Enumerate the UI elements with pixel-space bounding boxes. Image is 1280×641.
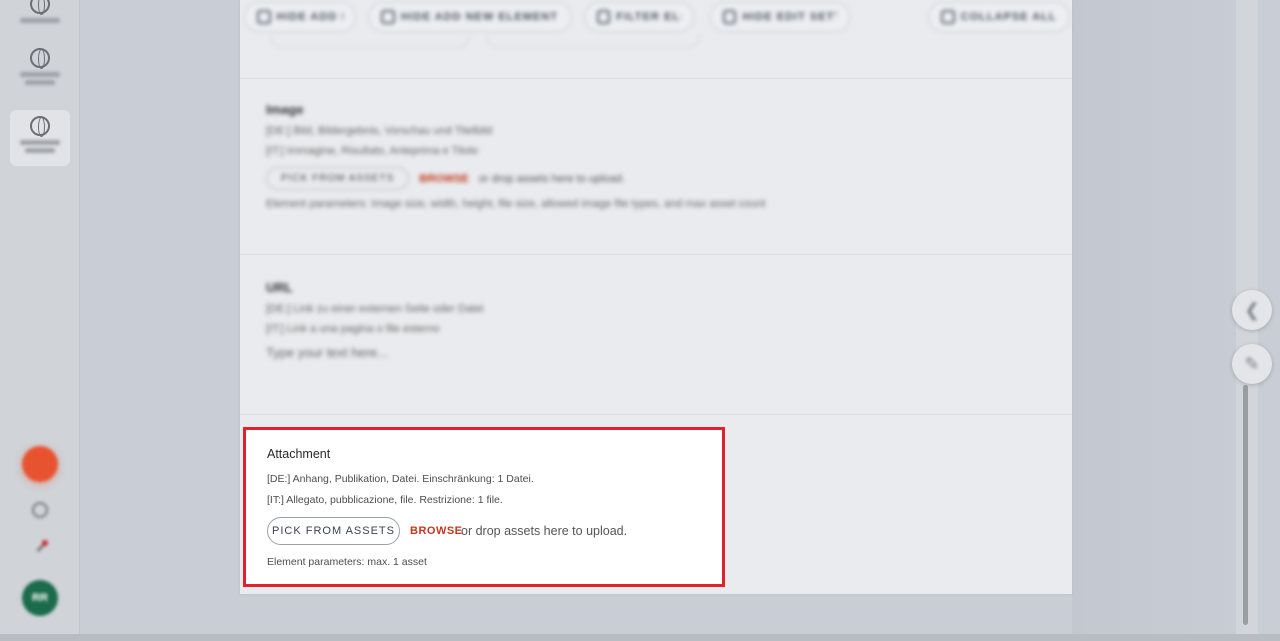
rail-item-2[interactable] bbox=[10, 48, 70, 85]
collapse-icon bbox=[941, 10, 955, 24]
pick-from-assets-button[interactable]: PICK FROM ASSETS bbox=[266, 167, 410, 190]
notification-icon[interactable] bbox=[32, 540, 48, 556]
editor-toolbar: HIDE ADD NEW ELEMENT HIDE ADD NEW ELEMEN… bbox=[240, 0, 1072, 72]
globe-icon bbox=[30, 0, 50, 15]
attachment-element: Attachment [DE:] Anhang, Publikation, Da… bbox=[243, 427, 725, 587]
scrollbar-thumb[interactable] bbox=[1243, 385, 1248, 625]
browse-link[interactable]: BROWSE bbox=[410, 525, 463, 537]
image-element: Image [DE:] Bild, Bildergebnis, Vorschau… bbox=[266, 102, 1026, 210]
settings-icon[interactable] bbox=[32, 502, 48, 518]
url-element: URL [DE:] Link zu einer externen Seite o… bbox=[266, 280, 1026, 360]
guideline-it: [IT:] Allegato, pubblicazione, file. Res… bbox=[267, 494, 503, 506]
rail-item-3[interactable] bbox=[10, 110, 70, 166]
element-title: Image bbox=[266, 102, 304, 117]
element-title: URL bbox=[266, 280, 293, 295]
pin-button[interactable]: ✎ bbox=[1232, 344, 1272, 384]
toolbar-chip-1[interactable]: HIDE ADD NEW ELEMENT bbox=[244, 2, 356, 32]
element-title: Attachment bbox=[267, 447, 331, 461]
pin-icon: ✎ bbox=[1244, 353, 1260, 374]
globe-icon bbox=[30, 116, 50, 137]
drop-zone-text: or drop assets here to upload. bbox=[461, 524, 628, 538]
browse-link[interactable]: BROWSE bbox=[419, 173, 469, 185]
collapse-panel-button[interactable]: ❮ bbox=[1232, 290, 1272, 330]
chevron-left-icon: ❮ bbox=[1244, 299, 1260, 320]
avatar[interactable]: RR bbox=[22, 580, 58, 616]
calendar-icon bbox=[723, 10, 737, 24]
toolbar-chip-2[interactable]: HIDE ADD NEW ELEMENT BLOCK bbox=[368, 2, 572, 32]
help-button[interactable] bbox=[22, 446, 58, 482]
bottom-bar bbox=[0, 634, 1280, 641]
toolbar-chip-5[interactable]: COLLAPSE ALL ELEMENTS bbox=[928, 2, 1070, 32]
filter-icon bbox=[597, 10, 611, 24]
plus-icon bbox=[381, 10, 395, 24]
toolbar-chip-4[interactable]: HIDE EDIT SETTINGS bbox=[710, 2, 850, 32]
globe-icon bbox=[30, 48, 50, 69]
url-input[interactable]: Type your text here... bbox=[266, 345, 1026, 360]
left-rail: RR bbox=[0, 0, 80, 641]
rail-item-1[interactable] bbox=[10, 0, 70, 23]
element-parameters: Element parameters: max. 1 asset bbox=[267, 556, 427, 568]
grid-icon bbox=[257, 10, 271, 24]
toolbar-chip-3[interactable]: FILTER ELEMENTS bbox=[584, 2, 694, 32]
guideline-de: [DE:] Anhang, Publikation, Datei. Einsch… bbox=[267, 473, 534, 485]
pick-from-assets-button[interactable]: PICK FROM ASSETS bbox=[267, 517, 400, 545]
